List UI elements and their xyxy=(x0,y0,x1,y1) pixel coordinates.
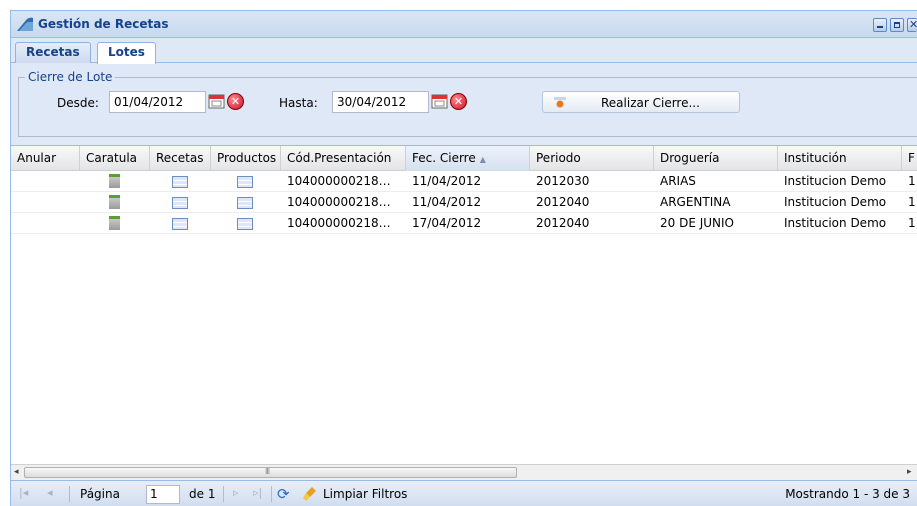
page-label: Página xyxy=(80,487,120,501)
calendar-icon[interactable] xyxy=(208,93,225,109)
column-header-anular[interactable]: Anular xyxy=(11,146,80,171)
column-header-recetas[interactable]: Recetas xyxy=(150,146,211,171)
f-cell: 1 xyxy=(908,174,916,188)
periodo-cell: 2012040 xyxy=(536,216,590,230)
desde-date-field[interactable]: 01/04/2012 xyxy=(109,91,206,113)
f-cell: 1 xyxy=(908,195,916,209)
drogueria-cell: 20 DE JUNIO xyxy=(660,216,735,230)
caratula-document-icon[interactable] xyxy=(109,216,120,230)
window-titlebar[interactable]: Gestión de Recetas ✕ xyxy=(11,11,917,38)
filter-area: Cierre de Lote Desde: 01/04/2012 ✕ Hasta… xyxy=(11,65,917,146)
column-header-institucion[interactable]: Institución xyxy=(778,146,902,171)
realizar-cierre-button[interactable]: Realizar Cierre... xyxy=(542,91,740,113)
periodo-cell: 2012030 xyxy=(536,174,590,188)
desde-label: Desde: xyxy=(57,96,99,110)
paging-status: Mostrando 1 - 3 de 3 xyxy=(785,487,910,501)
hasta-date-field[interactable]: 30/04/2012 xyxy=(332,91,429,113)
column-header-caratula[interactable]: Caratula xyxy=(80,146,150,171)
broom-icon[interactable] xyxy=(303,487,319,501)
scrollbar-grip-icon: III xyxy=(265,467,270,476)
recetas-table-icon[interactable] xyxy=(172,176,188,188)
caratula-document-icon[interactable] xyxy=(109,195,120,209)
hasta-label: Hasta: xyxy=(279,96,318,110)
scroll-left-icon[interactable]: ◂ xyxy=(14,467,19,477)
table-row[interactable]: 104000000218… 17/04/2012 2012040 20 DE J… xyxy=(11,213,917,234)
productos-table-icon[interactable] xyxy=(237,218,253,230)
productos-table-icon[interactable] xyxy=(237,197,253,209)
periodo-cell: 2012040 xyxy=(536,195,590,209)
minimize-icon[interactable] xyxy=(873,18,887,32)
window-title: Gestión de Recetas xyxy=(38,17,169,31)
next-page-icon[interactable]: ▹ xyxy=(233,486,239,499)
first-page-icon[interactable]: |◂ xyxy=(19,486,28,499)
column-header-productos[interactable]: Productos xyxy=(211,146,281,171)
grid-body: 104000000218… 11/04/2012 2012030 ARIAS I… xyxy=(11,171,917,234)
page-number-input[interactable]: 1 xyxy=(146,485,180,504)
refresh-icon[interactable]: ⟳ xyxy=(277,486,293,502)
cod-presentacion-cell: 104000000218… xyxy=(287,174,391,188)
maximize-icon[interactable] xyxy=(890,18,904,32)
productos-table-icon[interactable] xyxy=(237,176,253,188)
window-tools: ✕ xyxy=(873,18,917,32)
column-header-fec-cierre-label: Fec. Cierre xyxy=(412,151,476,165)
lotes-panel: Cierre de Lote Desde: 01/04/2012 ✕ Hasta… xyxy=(11,65,917,506)
column-header-periodo[interactable]: Periodo xyxy=(530,146,654,171)
limpiar-filtros-button[interactable]: Limpiar Filtros xyxy=(323,487,407,501)
caratula-document-icon[interactable] xyxy=(109,174,120,188)
fec-cierre-cell: 17/04/2012 xyxy=(412,216,482,230)
institucion-cell: Institucion Demo xyxy=(784,216,887,230)
paging-toolbar: |◂ ◂ Página 1 de 1 ▹ ▹| ⟳ Limpiar Filtro… xyxy=(11,480,917,506)
horizontal-scrollbar[interactable]: ◂ III ▸ xyxy=(11,464,917,480)
table-row[interactable]: 104000000218… 11/04/2012 2012040 ARGENTI… xyxy=(11,192,917,213)
drogueria-cell: ARIAS xyxy=(660,174,696,188)
column-header-f[interactable]: F xyxy=(902,146,917,171)
clear-desde-icon[interactable]: ✕ xyxy=(227,93,244,110)
toolbar-separator xyxy=(69,486,70,502)
institucion-cell: Institucion Demo xyxy=(784,174,887,188)
drogueria-cell: ARGENTINA xyxy=(660,195,731,209)
prev-page-icon[interactable]: ◂ xyxy=(47,486,53,499)
toolbar-separator xyxy=(271,486,272,502)
fec-cierre-cell: 11/04/2012 xyxy=(412,174,482,188)
realizar-cierre-label: Realizar Cierre... xyxy=(601,96,700,110)
recetas-table-icon[interactable] xyxy=(172,218,188,230)
cierre-lote-fieldset: Cierre de Lote Desde: 01/04/2012 ✕ Hasta… xyxy=(18,70,917,137)
fieldset-legend: Cierre de Lote xyxy=(25,70,116,84)
column-header-cod-presentacion[interactable]: Cód.Presentación xyxy=(281,146,406,171)
page-count-label: de 1 xyxy=(189,487,216,501)
tab-recetas[interactable]: Recetas xyxy=(15,42,91,63)
f-cell: 1 xyxy=(908,216,916,230)
sort-ascending-icon: ▲ xyxy=(479,155,486,164)
recetas-table-icon[interactable] xyxy=(172,197,188,209)
toolbar-separator xyxy=(223,486,224,502)
cod-presentacion-cell: 104000000218… xyxy=(287,216,391,230)
institucion-cell: Institucion Demo xyxy=(784,195,887,209)
cod-presentacion-cell: 104000000218… xyxy=(287,195,391,209)
fec-cierre-cell: 11/04/2012 xyxy=(412,195,482,209)
tab-strip: Recetas Lotes xyxy=(11,38,917,64)
close-batch-icon xyxy=(554,97,566,108)
tab-lotes[interactable]: Lotes xyxy=(97,42,156,64)
lotes-grid: Anular Caratula Recetas Productos Cód.Pr… xyxy=(11,146,917,464)
calendar-icon[interactable] xyxy=(431,93,448,109)
column-header-drogueria[interactable]: Droguería xyxy=(654,146,778,171)
column-header-fec-cierre[interactable]: Fec. Cierre ▲ xyxy=(406,146,530,171)
last-page-icon[interactable]: ▹| xyxy=(253,486,262,499)
app-logo-icon xyxy=(17,17,33,31)
grid-header: Anular Caratula Recetas Productos Cód.Pr… xyxy=(11,146,917,171)
clear-hasta-icon[interactable]: ✕ xyxy=(450,93,467,110)
scrollbar-thumb[interactable] xyxy=(24,467,517,478)
table-row[interactable]: 104000000218… 11/04/2012 2012030 ARIAS I… xyxy=(11,171,917,192)
scroll-right-icon[interactable]: ▸ xyxy=(907,467,912,477)
recetas-window: Gestión de Recetas ✕ Recetas Lotes Cierr… xyxy=(10,10,917,506)
close-icon[interactable]: ✕ xyxy=(907,18,917,32)
